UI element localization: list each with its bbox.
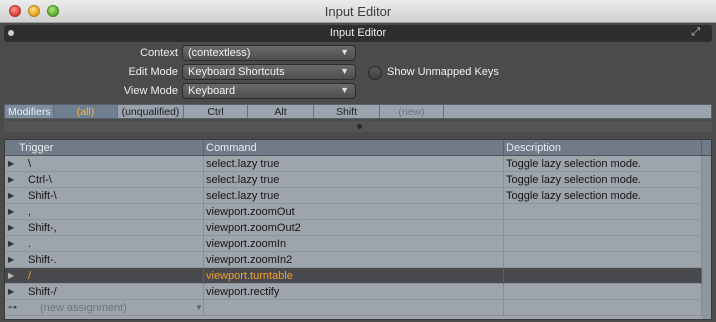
table-cell-trigger[interactable]: ▶ / (5, 268, 204, 284)
table-cell-command[interactable]: viewport.zoomOut (204, 204, 504, 220)
chevron-down-icon: ▼ (340, 47, 349, 57)
table-cell-trigger[interactable]: ▶, (5, 204, 204, 220)
table-cell-trigger[interactable]: ▶. (5, 236, 204, 252)
table-cell-command[interactable]: viewport.zoomIn2 (204, 252, 504, 268)
column-header-trigger[interactable]: Trigger (5, 140, 204, 156)
trigger-text: Shift-, (28, 222, 57, 234)
trigger-text: , (28, 206, 32, 218)
new-assignment-icon: ⊶ (8, 302, 17, 312)
context-value: (contextless) (188, 47, 251, 59)
show-unmapped-keys-label[interactable]: Show Unmapped Keys (387, 66, 499, 78)
table-row[interactable]: ▶ Ctrl-\ select.lazy true Toggle lazy selec… (5, 172, 711, 188)
table-cell-description[interactable]: Toggle lazy selection mode. (504, 188, 702, 204)
trigger-text: Shift-. (28, 254, 57, 266)
chevron-down-icon: ▼ (340, 85, 349, 95)
table-row[interactable]: ▶ Shift-. viewport.zoomIn2 (5, 252, 711, 268)
new-assignment-row[interactable]: ⊶ (new assignment) ▼ (5, 300, 711, 316)
show-unmapped-keys-checkbox[interactable] (368, 66, 382, 80)
table-cell-command[interactable]: select.lazy true (204, 172, 504, 188)
table-row[interactable]: ▶ \ select.lazy true Toggle lazy selection … (5, 156, 711, 172)
expand-triangle-icon[interactable]: ▶ (8, 239, 14, 248)
splitter-grip-icon (357, 124, 362, 129)
view-mode-value: Keyboard (188, 85, 236, 97)
expand-triangle-icon[interactable]: ▶ (8, 159, 14, 168)
expand-triangle-icon[interactable]: ▶ (8, 223, 14, 232)
table-cell-description[interactable] (504, 220, 702, 236)
expand-triangle-icon[interactable]: ▶ (8, 287, 14, 296)
splitter-handle[interactable] (4, 121, 712, 132)
edit-mode-dropdown[interactable]: Keyboard Shortcuts ▼ (182, 64, 356, 80)
table-row[interactable]: ▶ Shift-\ select.lazy true Toggle lazy sele… (5, 188, 711, 204)
assignments-table: Trigger Command Description ⊶ (new assig… (4, 139, 712, 320)
trigger-text: / (28, 270, 32, 282)
table-cell-command (204, 300, 504, 316)
new-assignment-placeholder: (new assignment) (40, 302, 127, 314)
expand-triangle-icon[interactable]: ▶ (8, 175, 14, 184)
panel-title: Input Editor (329, 27, 387, 39)
table-cell-description[interactable] (504, 268, 702, 284)
chevron-down-icon: ▼ (195, 303, 203, 312)
context-label: Context (140, 47, 178, 59)
table-cell-description[interactable]: Toggle lazy selection mode. (504, 172, 702, 188)
trigger-text: Ctrl-\ (28, 174, 52, 186)
expand-triangle-icon[interactable]: ▶ (8, 271, 14, 280)
trigger-text: Shift-\ (28, 190, 57, 202)
table-cell-trigger[interactable]: ▶ Shift-, (5, 220, 204, 236)
table-cell-command[interactable]: viewport.zoomIn (204, 236, 504, 252)
trigger-text: \ (28, 158, 32, 170)
column-header-description[interactable]: Description (504, 140, 702, 156)
table-cell-trigger[interactable]: ▶ Shift-/ (5, 284, 204, 300)
window-title: Input Editor (324, 4, 392, 19)
table-cell-description[interactable]: Toggle lazy selection mode. (504, 156, 702, 172)
panel-header: Input Editor ⤢ (4, 25, 712, 42)
context-dropdown[interactable]: (contextless) ▼ (182, 45, 356, 61)
table-row[interactable]: ▶ Shift-, viewport.zoomOut2 (5, 220, 711, 236)
table-cell-command[interactable]: viewport.rectify (204, 284, 504, 300)
table-cell-command[interactable]: select.lazy true (204, 188, 504, 204)
modifier-tab-new[interactable]: (new) (380, 105, 444, 118)
table-cell-trigger[interactable]: ▶ Shift-. (5, 252, 204, 268)
table-row[interactable]: ▶ Shift-/ viewport.rectify (5, 284, 711, 300)
modifier-tab-unqualified[interactable]: (unqualified) (118, 105, 184, 118)
modifiers-bar: Modifiers (all) (unqualified) Ctrl Alt S… (4, 104, 712, 119)
view-mode-dropdown[interactable]: Keyboard ▼ (182, 83, 356, 99)
modifier-tab-shift[interactable]: Shift (314, 105, 380, 118)
table-cell-trigger[interactable]: ▶ Shift-\ (5, 188, 204, 204)
column-header-command[interactable]: Command (204, 140, 504, 156)
trigger-text: Shift-/ (28, 286, 57, 298)
table-cell-command[interactable]: select.lazy true (204, 156, 504, 172)
modifiers-label: Modifiers (5, 105, 54, 118)
table-cell-trigger[interactable]: ▶ \ (5, 156, 204, 172)
table-scroll-gutter[interactable] (702, 156, 711, 319)
table-header: Trigger Command Description (5, 140, 711, 156)
new-assignment-cell[interactable]: ⊶ (new assignment) ▼ (5, 300, 204, 316)
modifier-tab-alt[interactable]: Alt (248, 105, 314, 118)
table-row[interactable]: ▶. viewport.zoomIn (5, 236, 711, 252)
edit-mode-label: Edit Mode (128, 66, 178, 78)
table-cell-command[interactable]: viewport.turntable (204, 268, 504, 284)
chevron-down-icon: ▼ (340, 66, 349, 76)
trigger-text: . (28, 238, 32, 250)
expand-triangle-icon[interactable]: ▶ (8, 191, 14, 200)
expand-triangle-icon[interactable]: ▶ (8, 207, 14, 216)
edit-mode-value: Keyboard Shortcuts (188, 66, 285, 78)
table-cell-description (504, 300, 702, 316)
title-bar: Input Editor (0, 0, 716, 23)
table-cell-description[interactable] (504, 204, 702, 220)
table-cell-description[interactable] (504, 252, 702, 268)
table-cell-description[interactable] (504, 236, 702, 252)
expand-triangle-icon[interactable]: ▶ (8, 255, 14, 264)
modifier-tab-ctrl[interactable]: Ctrl (184, 105, 248, 118)
table-row[interactable]: ▶, viewport.zoomOut (5, 204, 711, 220)
expand-icon[interactable]: ⤢ (691, 26, 700, 39)
view-mode-label: View Mode (123, 85, 178, 97)
table-cell-description[interactable] (504, 284, 702, 300)
table-row[interactable]: ▶ / viewport.turntable (5, 268, 711, 284)
table-cell-trigger[interactable]: ▶ Ctrl-\ (5, 172, 204, 188)
table-cell-command[interactable]: viewport.zoomOut2 (204, 220, 504, 236)
modifier-tab-all[interactable]: (all) (54, 105, 118, 118)
